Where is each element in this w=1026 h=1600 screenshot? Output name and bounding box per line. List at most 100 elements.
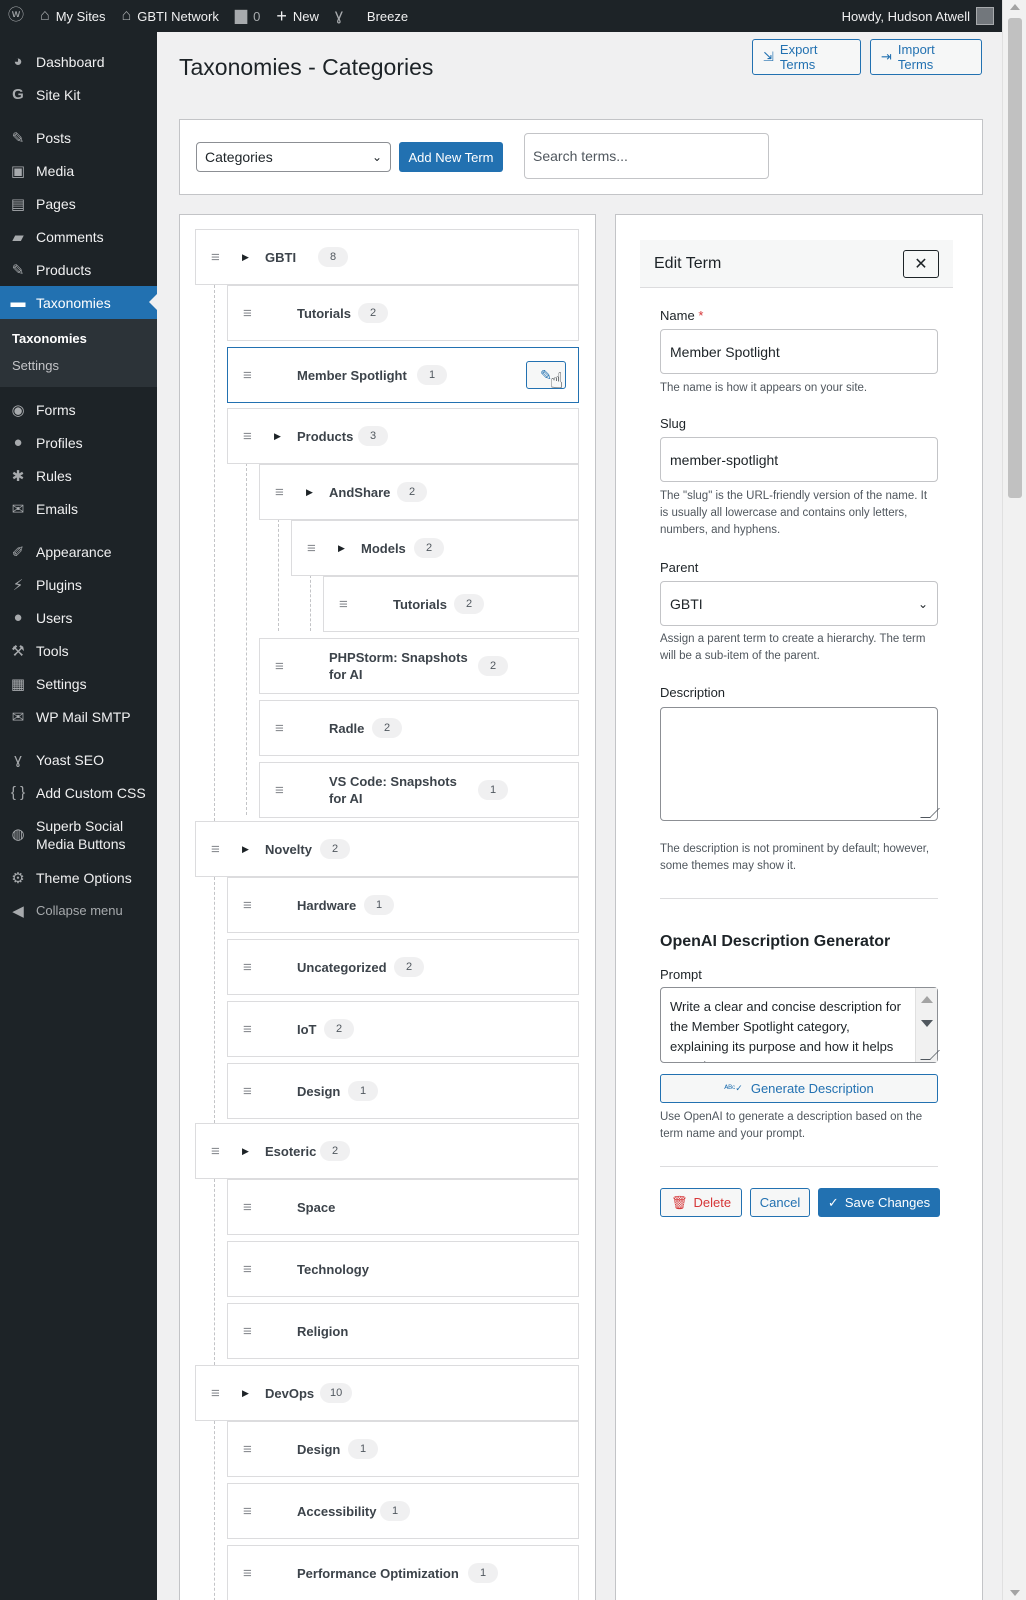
tree-node-products[interactable]: ≡ ▶ Products 3 [227,408,579,464]
drag-handle-icon[interactable]: ≡ [275,658,284,675]
drag-handle-icon[interactable]: ≡ [243,1565,252,1582]
search-terms-input[interactable]: Search terms... [524,133,769,179]
menu-dashboard[interactable]: ◕ Dashboard [0,45,157,78]
tree-node-member-spotlight[interactable]: ≡ Member Spotlight 1 ✎ ☝ [227,347,579,403]
drag-handle-icon[interactable]: ≡ [211,1385,220,1402]
menu-profiles[interactable]: ● Profiles [0,426,157,459]
menu-users[interactable]: ● Users [0,601,157,634]
drag-handle-icon[interactable]: ≡ [243,1083,252,1100]
wordpress-logo-button[interactable]: ⓦ [0,0,32,32]
tree-node-andshare[interactable]: ≡ ▶ AndShare 2 [259,464,579,520]
submenu-settings[interactable]: Settings [0,352,157,379]
drag-handle-icon[interactable]: ≡ [243,1323,252,1340]
tree-node-vscode[interactable]: ≡ VS Code: Snapshots for AI 1 [259,762,579,818]
drag-handle-icon[interactable]: ≡ [307,540,316,557]
generate-description-button[interactable]: ᴬᴮᶜ✓ Generate Description [660,1074,938,1103]
drag-handle-icon[interactable]: ≡ [243,897,252,914]
tree-node-technology[interactable]: ≡ Technology [227,1241,579,1297]
menu-plugins[interactable]: ⚡ Plugins [0,568,157,601]
caret-right-icon[interactable]: ▶ [306,487,313,498]
drag-handle-icon[interactable]: ≡ [243,1199,252,1216]
taxonomy-select[interactable]: Categories ⌄ [196,142,391,172]
menu-site-kit[interactable]: G Site Kit [0,78,157,111]
menu-forms[interactable]: ◉ Forms [0,393,157,426]
scroll-down-arrow-icon[interactable] [921,1020,933,1027]
menu-rules[interactable]: ✱ Rules [0,459,157,492]
scroll-down-arrow-icon[interactable] [1010,1590,1020,1596]
name-field[interactable]: Member Spotlight [660,329,938,374]
menu-add-custom-css[interactable]: { } Add Custom CSS [0,776,157,809]
drag-handle-icon[interactable]: ≡ [243,305,252,322]
tree-node-tutorials-nested[interactable]: ≡ Tutorials 2 [323,576,579,632]
page-scrollbar[interactable] [1002,0,1026,1600]
scroll-up-arrow-icon[interactable] [1010,4,1020,10]
drag-handle-icon[interactable]: ≡ [275,782,284,799]
caret-right-icon[interactable]: ▶ [242,252,249,263]
drag-handle-icon[interactable]: ≡ [243,428,252,445]
tree-node-performance[interactable]: ≡ Performance Optimization 1 [227,1545,579,1600]
tree-node-religion[interactable]: ≡ Religion [227,1303,579,1359]
tree-node-uncategorized[interactable]: ≡ Uncategorized 2 [227,939,579,995]
drag-handle-icon[interactable]: ≡ [243,1261,252,1278]
menu-wp-mail-smtp[interactable]: ✉ WP Mail SMTP [0,700,157,733]
menu-comments[interactable]: ▰ Comments [0,220,157,253]
tree-node-tutorials[interactable]: ≡ Tutorials 2 [227,285,579,341]
tree-node-accessibility[interactable]: ≡ Accessibility 1 [227,1483,579,1539]
comments-menu[interactable]: ▆ 0 [227,0,269,32]
tree-node-novelty[interactable]: ≡ ▶ Novelty 2 [195,821,579,877]
tree-node-design-devops[interactable]: ≡ Design 1 [227,1421,579,1477]
caret-right-icon[interactable]: ▶ [338,543,345,554]
tree-node-models[interactable]: ≡ ▶ Models 2 [291,520,579,576]
resize-grip-icon[interactable] [920,808,940,818]
tree-node-space[interactable]: ≡ Space [227,1179,579,1235]
scroll-thumb[interactable] [1008,18,1022,498]
caret-right-icon[interactable]: ▶ [274,431,281,442]
menu-taxonomies[interactable]: ▬ Taxonomies [0,286,157,319]
close-button[interactable]: ✕ [903,250,939,278]
import-terms-button[interactable]: ⇥ Import Terms [870,39,982,75]
tree-node-devops[interactable]: ≡ ▶ DevOps 10 [195,1365,579,1421]
collapse-menu-button[interactable]: ◀ Collapse menu [0,894,157,927]
drag-handle-icon[interactable]: ≡ [243,1503,252,1520]
tree-node-radle[interactable]: ≡ Radle 2 [259,700,579,756]
drag-handle-icon[interactable]: ≡ [211,249,220,266]
tree-node-hardware[interactable]: ≡ Hardware 1 [227,877,579,933]
menu-pages[interactable]: ▤ Pages [0,187,157,220]
site-name-menu[interactable]: ⌂ GBTI Network [114,0,227,32]
menu-theme-options[interactable]: ⚙ Theme Options [0,861,157,894]
drag-handle-icon[interactable]: ≡ [339,596,348,613]
menu-tools[interactable]: ⚒ Tools [0,634,157,667]
drag-handle-icon[interactable]: ≡ [211,841,220,858]
tree-node-gbti[interactable]: ≡ ▶ GBTI 8 [195,229,579,285]
caret-right-icon[interactable]: ▶ [242,1388,249,1399]
cancel-button[interactable]: Cancel [750,1188,810,1217]
menu-posts[interactable]: ✎ Posts [0,121,157,154]
export-terms-button[interactable]: ⇲ Export Terms [752,39,861,75]
menu-appearance[interactable]: ✐ Appearance [0,535,157,568]
parent-select[interactable]: GBTI ⌄ [660,581,938,626]
tree-node-esoteric[interactable]: ≡ ▶ Esoteric 2 [195,1123,579,1179]
new-content-menu[interactable]: + New [268,0,327,32]
submenu-taxonomies[interactable]: Taxonomies [0,325,157,352]
drag-handle-icon[interactable]: ≡ [275,720,284,737]
drag-handle-icon[interactable]: ≡ [243,367,252,384]
add-new-term-button[interactable]: Add New Term [399,142,503,172]
tree-node-design[interactable]: ≡ Design 1 [227,1063,579,1119]
drag-handle-icon[interactable]: ≡ [243,1441,252,1458]
tree-node-iot[interactable]: ≡ IoT 2 [227,1001,579,1057]
scroll-up-arrow-icon[interactable] [921,996,933,1003]
my-sites-menu[interactable]: ⌂ My Sites [32,0,114,32]
caret-right-icon[interactable]: ▶ [242,844,249,855]
description-textarea[interactable] [660,707,940,821]
menu-products[interactable]: ✎ Products [0,253,157,286]
tree-node-phpstorm[interactable]: ≡ PHPStorm: Snapshots for AI 2 [259,638,579,694]
menu-superb-social[interactable]: ◍ Superb Social Media Buttons [0,809,157,861]
prompt-textarea[interactable]: Write a clear and concise description fo… [660,987,940,1063]
drag-handle-icon[interactable]: ≡ [243,1021,252,1038]
menu-media[interactable]: ▣ Media [0,154,157,187]
menu-emails[interactable]: ✉ Emails [0,492,157,525]
drag-handle-icon[interactable]: ≡ [275,484,284,501]
save-changes-button[interactable]: ✓ Save Changes [818,1188,940,1217]
drag-handle-icon[interactable]: ≡ [211,1143,220,1160]
caret-right-icon[interactable]: ▶ [242,1146,249,1157]
